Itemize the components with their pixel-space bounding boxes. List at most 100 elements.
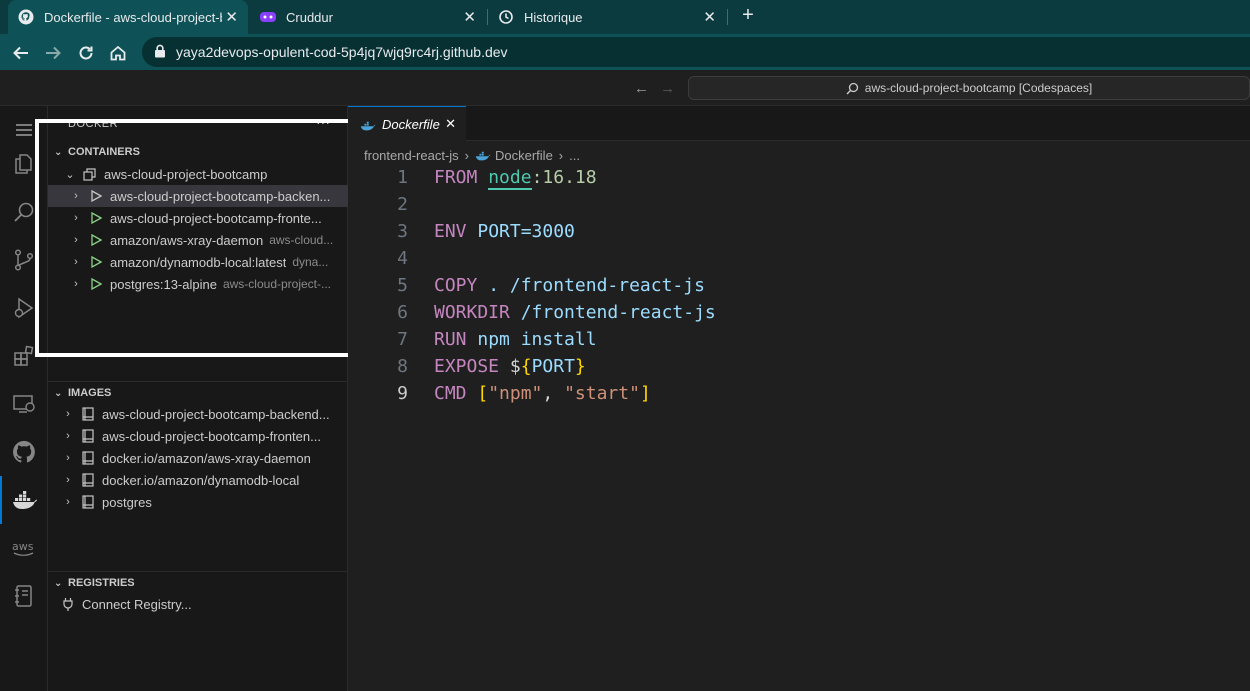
tab-divider <box>727 9 728 25</box>
image-label: postgres <box>102 494 152 510</box>
editor-tab-bar: Dockerfile ✕ <box>348 106 1250 142</box>
stopped-container-icon <box>88 188 104 204</box>
new-tab-icon[interactable]: + <box>738 4 758 27</box>
keyword: ENV <box>434 221 467 242</box>
line-number: 6 <box>397 302 408 323</box>
chevron-right-icon: › <box>66 496 70 508</box>
search-icon <box>846 82 858 94</box>
command-center-search[interactable]: aws-cloud-project-bootcamp [Codespaces] <box>688 76 1250 100</box>
chevron-right-icon: › <box>74 190 78 202</box>
browser-tab-strip: Dockerfile - aws-cloud-project-bootcamp … <box>0 0 1250 34</box>
tab-title: Dockerfile - aws-cloud-project-bootcamp <box>44 9 222 25</box>
running-container-icon <box>88 276 104 292</box>
more-actions-icon[interactable]: ··· <box>316 114 330 130</box>
container-label: aws-cloud-project-bootcamp-backen... <box>110 188 331 204</box>
code-line: 8 EXPOSE ${PORT} <box>348 353 586 380</box>
run-debug-icon[interactable] <box>0 284 48 332</box>
image-icon <box>80 428 96 444</box>
registries-section-header[interactable]: ⌄ REGISTRIES <box>48 572 348 594</box>
svg-text:aws: aws <box>12 540 34 553</box>
image-label: docker.io/amazon/dynamodb-local <box>102 472 300 488</box>
close-icon[interactable]: ✕ <box>463 8 476 26</box>
close-icon[interactable]: ✕ <box>225 8 238 26</box>
code-line: 7 RUN npm install <box>348 326 596 353</box>
code-variable: PORT <box>531 356 575 377</box>
image-item[interactable]: › docker.io/amazon/aws-xray-daemon <box>48 447 348 469</box>
keyword: EXPOSE <box>434 356 500 377</box>
image-label: aws-cloud-project-bootcamp-fronten... <box>102 428 321 444</box>
explorer-icon[interactable] <box>0 140 48 188</box>
images-section-header[interactable]: ⌄ IMAGES <box>48 382 348 404</box>
running-container-icon <box>88 210 104 226</box>
chevron-right-icon: › <box>74 278 78 290</box>
breadcrumb-more[interactable]: ... <box>569 148 580 163</box>
image-item[interactable]: › docker.io/amazon/dynamodb-local <box>48 469 348 491</box>
extensions-icon[interactable] <box>0 332 48 380</box>
connect-registry-item[interactable]: Connect Registry... <box>48 593 348 615</box>
code-string: "start" <box>564 383 640 404</box>
home-icon[interactable] <box>107 42 129 64</box>
forward-icon[interactable] <box>42 42 64 64</box>
image-item[interactable]: › aws-cloud-project-bootcamp-backend... <box>48 403 348 425</box>
docker-icon[interactable] <box>0 476 48 524</box>
breadcrumb-file[interactable]: Dockerfile <box>495 148 553 163</box>
remote-explorer-icon[interactable] <box>0 380 48 428</box>
line-number: 2 <box>397 194 408 215</box>
keyword: CMD <box>434 383 467 404</box>
sidebar-title: DOCKER <box>68 118 119 130</box>
github-icon <box>18 9 34 25</box>
container-item[interactable]: › postgres:13-alpine aws-cloud-project-.… <box>48 273 348 295</box>
image-item[interactable]: › aws-cloud-project-bootcamp-fronten... <box>48 425 348 447</box>
code-line: 3 ENV PORT=3000 <box>348 218 575 245</box>
container-label: amazon/dynamodb-local:latest <box>110 254 287 270</box>
group-label: aws-cloud-project-bootcamp <box>104 166 268 182</box>
close-icon[interactable]: ✕ <box>445 116 456 132</box>
code-line: 9 CMD ["npm", "start"] <box>348 380 651 407</box>
chevron-right-icon: › <box>74 212 78 224</box>
github-icon[interactable] <box>0 428 48 476</box>
go-forward-icon[interactable]: → <box>660 80 675 97</box>
code-text: . /frontend-react-js <box>488 275 705 296</box>
line-number: 3 <box>397 221 408 242</box>
image-item[interactable]: › postgres <box>48 491 348 513</box>
container-item[interactable]: › aws-cloud-project-bootcamp-backen... <box>48 185 348 207</box>
code-line: 6 WORKDIR /frontend-react-js <box>348 299 716 326</box>
browser-tab-cruddur[interactable]: Cruddur ✕ <box>250 0 486 34</box>
editor-area: Dockerfile ✕ frontend-react-js › Dockerf… <box>348 106 1250 691</box>
container-item[interactable]: › amazon/aws-xray-daemon aws-cloud... <box>48 229 348 251</box>
keyword: RUN <box>434 329 467 350</box>
connect-registry-label: Connect Registry... <box>82 596 192 612</box>
close-icon[interactable]: ✕ <box>703 8 716 26</box>
container-group[interactable]: ⌄ aws-cloud-project-bootcamp <box>48 163 348 185</box>
code-text: , <box>542 383 565 404</box>
breadcrumb-folder[interactable]: frontend-react-js <box>364 148 459 163</box>
line-number: 5 <box>397 275 408 296</box>
container-item[interactable]: › aws-cloud-project-bootcamp-fronte... <box>48 207 348 229</box>
browser-tab-historique[interactable]: Historique ✕ <box>488 0 726 34</box>
history-icon <box>498 9 514 25</box>
activity-bar: aws <box>0 106 48 691</box>
chevron-right-icon: › <box>74 256 78 268</box>
go-back-icon[interactable]: ← <box>634 80 649 97</box>
container-label: postgres:13-alpine <box>110 276 217 292</box>
container-description: dyna... <box>292 255 329 269</box>
aws-icon[interactable]: aws <box>0 524 48 572</box>
search-icon[interactable] <box>0 188 48 236</box>
notebook-icon[interactable] <box>0 572 48 620</box>
browser-tab-dockerfile[interactable]: Dockerfile - aws-cloud-project-bootcamp … <box>8 0 248 34</box>
back-icon[interactable] <box>10 42 32 64</box>
chevron-down-icon: ⌄ <box>65 168 75 181</box>
code-line: 1 FROM node:16.18 <box>348 164 597 191</box>
base-image: node <box>488 167 532 190</box>
containers-section-header[interactable]: ⌄ CONTAINERS <box>48 141 348 163</box>
image-label: aws-cloud-project-bootcamp-backend... <box>102 406 330 422</box>
chevron-right-icon: › <box>66 474 70 486</box>
reload-icon[interactable] <box>75 42 97 64</box>
editor-tab-dockerfile[interactable]: Dockerfile ✕ <box>348 106 466 142</box>
source-control-icon[interactable] <box>0 236 48 284</box>
code-bracket: ] <box>639 383 651 404</box>
container-description: aws-cloud... <box>269 233 334 247</box>
address-bar[interactable]: yaya2devops-opulent-cod-5p4jq7wjq9rc4rj.… <box>142 37 1250 67</box>
container-item[interactable]: › amazon/dynamodb-local:latest dyna... <box>48 251 348 273</box>
code-bracket: [ <box>477 383 489 404</box>
